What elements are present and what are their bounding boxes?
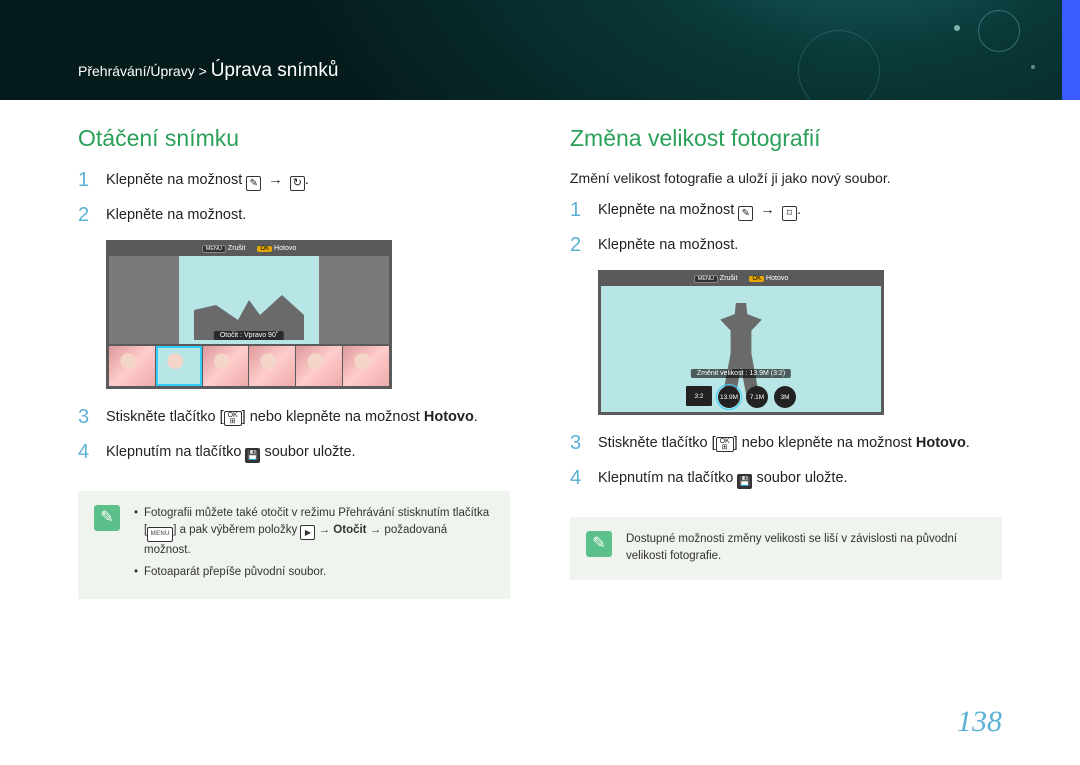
- left-column: Otáčení snímku 1 Klepněte na možnost → .…: [78, 125, 510, 599]
- resize-caption: Změnit velikost : 13.9M (3:2): [691, 369, 791, 378]
- save-icon: [737, 474, 752, 489]
- save-icon: [245, 448, 260, 463]
- side-tab: [1062, 0, 1080, 100]
- note-text: Dostupné možnosti změny velikosti se liš…: [626, 531, 986, 566]
- step-2: 2 Klepněte na možnost.: [570, 235, 1002, 256]
- right-column: Změna velikost fotografií Změní velikost…: [570, 125, 1002, 599]
- edit-icon: [738, 206, 753, 221]
- breadcrumb-page: Úprava snímků: [211, 60, 339, 81]
- play-icon: [300, 525, 315, 540]
- edit-icon: [246, 176, 261, 191]
- step-4: 4 Klepnutím na tlačítko soubor uložte.: [570, 468, 1002, 489]
- size-option: 7.1M: [746, 386, 768, 408]
- step-1: 1 Klepněte na možnost → .: [78, 170, 510, 191]
- menu-icon: MENU: [147, 527, 173, 542]
- size-option: 3:2: [686, 386, 712, 406]
- rotate-caption: Otočit : Vpravo 90˚: [214, 331, 284, 340]
- section-title-rotate: Otáčení snímku: [78, 125, 510, 152]
- note-box-rotate: Fotografii můžete také otočit v režimu P…: [78, 491, 510, 599]
- step-3: 3 Stiskněte tlačítko [] nebo klepněte na…: [78, 407, 510, 428]
- resize-intro: Změní velikost fotografie a uloží ji jak…: [570, 170, 1002, 186]
- ok-button-icon: [716, 437, 734, 452]
- note-pen-icon: [586, 531, 612, 557]
- resize-screenshot: MENU Zrušit OK Hotovo Změnit velikost : …: [598, 270, 884, 415]
- size-option: 13.9M: [718, 386, 740, 408]
- size-option: 3M: [774, 386, 796, 408]
- breadcrumb: Přehrávání/Úpravy > Úprava snímků: [78, 60, 338, 82]
- thumbnail-strip: [109, 344, 389, 386]
- step-2: 2 Klepněte na možnost.: [78, 205, 510, 226]
- note-box-resize: Dostupné možnosti změny velikosti se liš…: [570, 517, 1002, 580]
- page-header: Přehrávání/Úpravy > Úprava snímků: [0, 0, 1080, 100]
- step-3: 3 Stiskněte tlačítko [] nebo klepněte na…: [570, 433, 1002, 454]
- page-number: 138: [957, 705, 1002, 739]
- step-1: 1 Klepněte na možnost → .: [570, 200, 1002, 221]
- step-4: 4 Klepnutím na tlačítko soubor uložte.: [78, 442, 510, 463]
- note-item: Fotoaparát přepíše původní soubor.: [134, 564, 494, 581]
- note-pen-icon: [94, 505, 120, 531]
- rotate-icon: [290, 176, 305, 191]
- ok-button-icon: [224, 411, 242, 426]
- size-options: 3:2 13.9M 7.1M 3M: [686, 386, 796, 408]
- section-title-resize: Změna velikost fotografií: [570, 125, 1002, 152]
- breadcrumb-path: Přehrávání/Úpravy >: [78, 63, 207, 79]
- rotate-screenshot: MENU Zrušit OK Hotovo Otočit : Vpravo 90…: [106, 240, 392, 389]
- resize-icon: [782, 206, 797, 221]
- note-item: Fotografii můžete také otočit v režimu P…: [134, 505, 494, 560]
